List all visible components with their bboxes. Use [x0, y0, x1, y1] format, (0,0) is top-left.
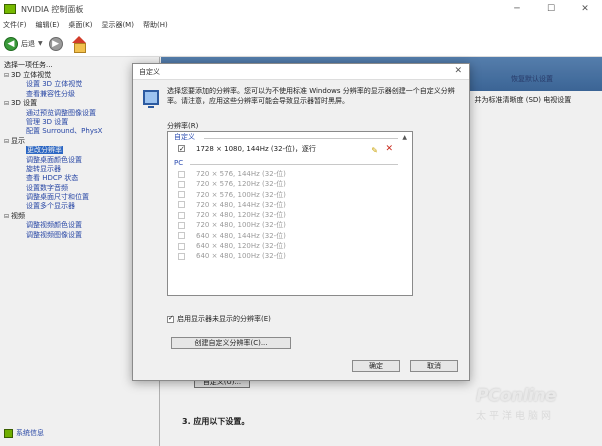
- create-custom-resolution-button[interactable]: 创建自定义分辨率(C)...: [171, 337, 291, 349]
- resolution-label: 720 × 480, 144Hz (32-位): [196, 200, 286, 209]
- menu-help[interactable]: 帮助(H): [143, 20, 168, 30]
- custom-group-header: 自定义 ▲: [168, 132, 412, 143]
- menu-bar: 文件(F) 编辑(E) 桌面(K) 显示器(M) 帮助(H): [0, 18, 602, 31]
- toolbar: ◀ 后退 ▼ ▶: [0, 31, 602, 57]
- window-title: NVIDIA 控制面板: [21, 4, 84, 14]
- menu-display[interactable]: 显示器(M): [101, 20, 134, 30]
- dialog-description: 选择您要添加的分辨率。您可以为不使用标准 Windows 分辨率的显示器创建一个…: [167, 87, 455, 105]
- pc-group-label: PC: [174, 159, 184, 167]
- pc-resolution-row: 720 × 480, 144Hz (32-位): [168, 200, 412, 210]
- pc-resolution-row: 720 × 576, 120Hz (32-位): [168, 179, 412, 189]
- dialog-close-icon[interactable]: ✕: [454, 66, 462, 76]
- pc-resolution-row: 720 × 480, 100Hz (32-位): [168, 220, 412, 230]
- close-button[interactable]: ✕: [568, 0, 602, 18]
- show-unexposed-label: 启用显示器未显示的分辨率(E): [177, 315, 271, 323]
- resolution-label: 720 × 576, 120Hz (32-位): [196, 180, 286, 189]
- resolution-checkbox: [178, 221, 185, 229]
- collapse-icon[interactable]: ▲: [402, 132, 407, 143]
- resolution-checkbox: [178, 201, 185, 209]
- pc-resolution-row: 720 × 480, 120Hz (32-位): [168, 210, 412, 220]
- monitor-icon: [143, 90, 159, 108]
- resolution-label: 720 × 576, 100Hz (32-位): [196, 190, 286, 199]
- resolution-list[interactable]: 自定义 ▲ 1728 × 1080, 144Hz (32-位)，逐行✎✕ PC …: [167, 131, 413, 296]
- pc-resolution-row: 720 × 576, 144Hz (32-位): [168, 169, 412, 179]
- resolution-label: 720 × 480, 120Hz (32-位): [196, 211, 286, 220]
- pc-resolution-row: 640 × 480, 100Hz (32-位): [168, 251, 412, 261]
- back-arrow-icon[interactable]: ◀: [4, 36, 18, 51]
- resolution-checkbox: [178, 242, 185, 250]
- watermark: PConline 太平洋电脑网: [476, 386, 596, 422]
- window-controls: ─ ☐ ✕: [500, 0, 602, 18]
- back-button-label[interactable]: 后退: [21, 39, 35, 49]
- resolution-checkbox: [178, 170, 185, 178]
- resolution-label: 640 × 480, 144Hz (32-位): [196, 231, 286, 240]
- menu-edit[interactable]: 编辑(E): [36, 20, 60, 30]
- resolution-label: 640 × 480, 100Hz (32-位): [196, 252, 286, 261]
- pc-resolution-row: 720 × 576, 100Hz (32-位): [168, 190, 412, 200]
- maximize-button[interactable]: ☐: [534, 0, 568, 18]
- menu-desktop[interactable]: 桌面(K): [68, 20, 92, 30]
- custom-resolution-row[interactable]: 1728 × 1080, 144Hz (32-位)，逐行 ✎ ✕: [168, 143, 412, 156]
- chevron-down-icon[interactable]: ▼: [38, 40, 43, 47]
- checkbox-checked-icon[interactable]: [167, 314, 174, 323]
- show-unexposed-checkbox[interactable]: 启用显示器未显示的分辨率(E): [167, 314, 271, 324]
- resolution-label: 640 × 480, 120Hz (32-位): [196, 242, 286, 251]
- menu-file[interactable]: 文件(F): [3, 20, 27, 30]
- ok-button[interactable]: 确定: [352, 360, 400, 372]
- pc-resolution-row: 640 × 480, 120Hz (32-位): [168, 241, 412, 251]
- dialog-title: 自定义: [139, 67, 160, 76]
- watermark-logo: PConline: [476, 386, 557, 406]
- resolution-label: 720 × 576, 144Hz (32-位): [196, 170, 286, 178]
- resolution-label: 1728 × 1080, 144Hz (32-位)，逐行: [196, 145, 316, 153]
- pc-group-header: PC: [168, 158, 412, 169]
- title-bar: NVIDIA 控制面板 ─ ☐ ✕: [0, 0, 602, 18]
- pc-resolution-row: 640 × 480, 144Hz (32-位): [168, 231, 412, 241]
- customize-dialog: 自定义 ✕ 选择您要添加的分辨率。您可以为不使用标准 Windows 分辨率的显…: [132, 63, 470, 381]
- cancel-button[interactable]: 取消: [410, 360, 458, 372]
- resolution-label: 分辨率(R): [167, 122, 199, 130]
- resolution-checkbox: [178, 211, 185, 219]
- dialog-title-bar: 自定义 ✕: [133, 64, 469, 80]
- resolution-checkbox[interactable]: [178, 143, 185, 156]
- minimize-button[interactable]: ─: [500, 0, 534, 18]
- resolution-checkbox: [178, 252, 185, 260]
- edit-pencil-icon[interactable]: ✎: [371, 144, 378, 157]
- home-icon[interactable]: [71, 35, 87, 53]
- nvidia-logo-icon: [4, 4, 16, 14]
- resolution-checkbox: [178, 232, 185, 240]
- forward-arrow-icon[interactable]: ▶: [48, 36, 63, 51]
- resolution-label: 720 × 480, 100Hz (32-位): [196, 221, 286, 230]
- custom-group-label: 自定义: [174, 133, 195, 141]
- resolution-checkbox: [178, 191, 185, 199]
- delete-x-icon[interactable]: ✕: [385, 143, 393, 156]
- watermark-subtitle: 太平洋电脑网: [476, 411, 554, 422]
- resolution-checkbox: [178, 180, 185, 188]
